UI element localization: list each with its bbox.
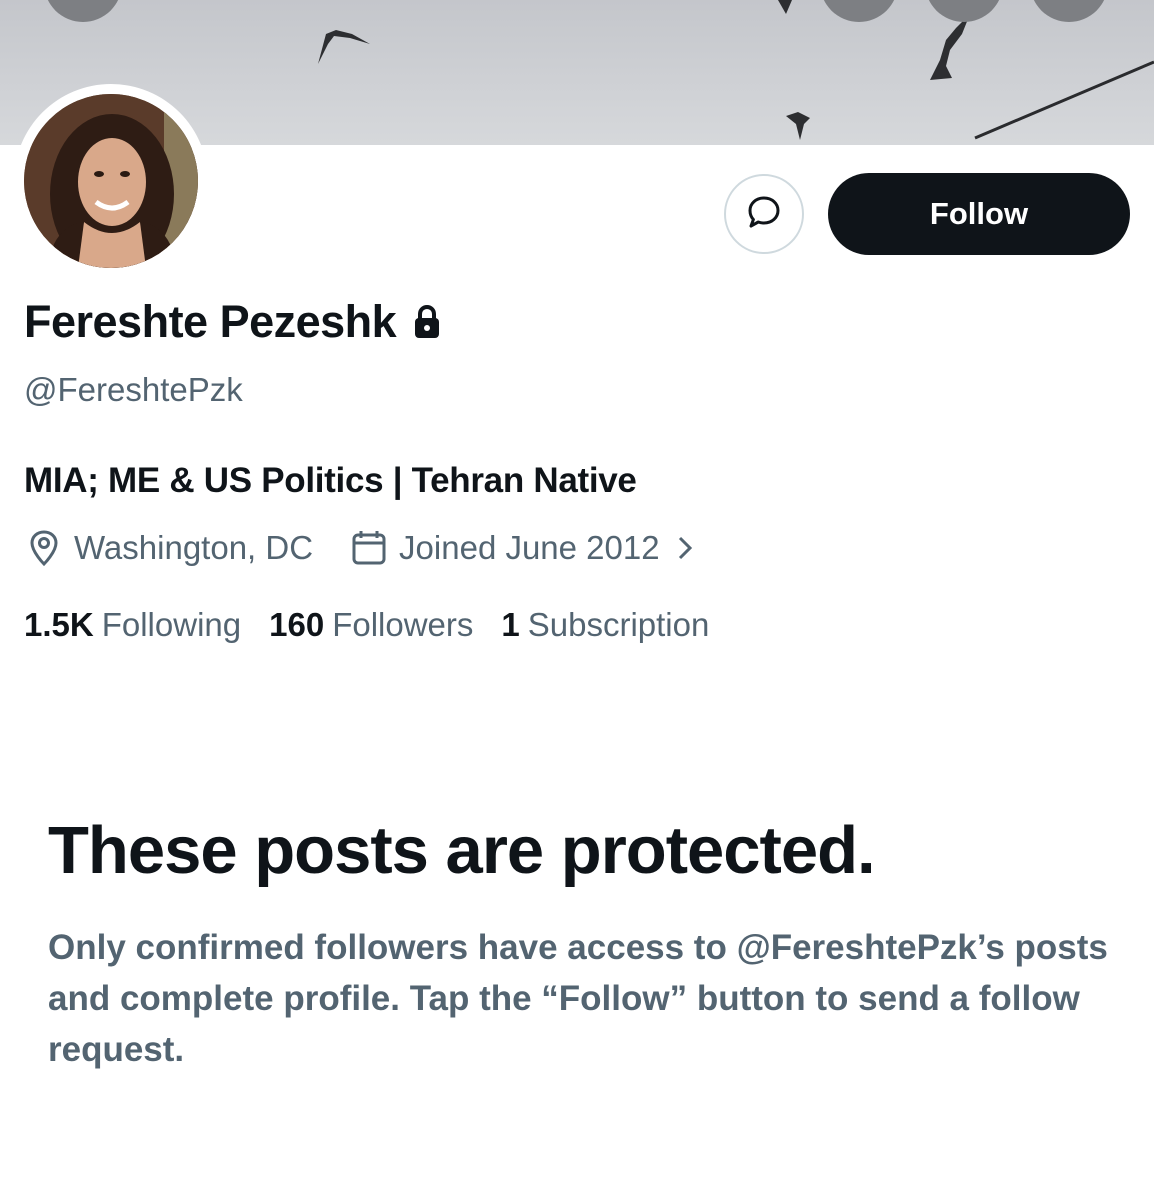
chevron-right-icon xyxy=(676,534,694,562)
message-button[interactable] xyxy=(724,174,804,254)
followers-label: Followers xyxy=(332,606,474,643)
profile-meta: Washington, DC Joined June 2012 xyxy=(24,528,694,568)
following-stat[interactable]: 1.5K Following xyxy=(24,606,241,644)
subscription-count: 1 xyxy=(501,606,520,643)
following-count: 1.5K xyxy=(24,606,94,643)
profile-stats: 1.5K Following 160 Followers 1 Subscript… xyxy=(24,606,709,644)
location-text: Washington, DC xyxy=(74,529,314,566)
followers-count: 160 xyxy=(269,606,325,643)
location-pin-icon xyxy=(24,528,64,568)
protected-title: These posts are protected. xyxy=(48,813,876,888)
lock-icon xyxy=(412,304,442,340)
following-label: Following xyxy=(101,606,242,643)
followers-stat[interactable]: 160 Followers xyxy=(269,606,473,644)
avatar[interactable] xyxy=(14,84,208,278)
protected-message: Only confirmed followers have access to … xyxy=(48,928,1108,1069)
profile-handle: @FereshtePzk xyxy=(24,371,243,408)
profile-name: Fereshte Pezeshk xyxy=(24,296,397,347)
avatar-photo xyxy=(24,94,198,268)
message-bubble-icon xyxy=(746,194,782,235)
joined-text: Joined June 2012 xyxy=(399,529,660,566)
calendar-icon xyxy=(349,528,389,568)
profile-name-row: Fereshte Pezeshk xyxy=(24,296,442,348)
joined-item[interactable]: Joined June 2012 xyxy=(349,528,694,568)
profile-bio: MIA; ME & US Politics | Tehran Native xyxy=(24,461,637,500)
subscription-label: Subscription xyxy=(527,606,710,643)
location-item: Washington, DC xyxy=(24,528,313,568)
follow-button[interactable]: Follow xyxy=(828,173,1130,255)
subscription-stat[interactable]: 1 Subscription xyxy=(501,606,709,644)
